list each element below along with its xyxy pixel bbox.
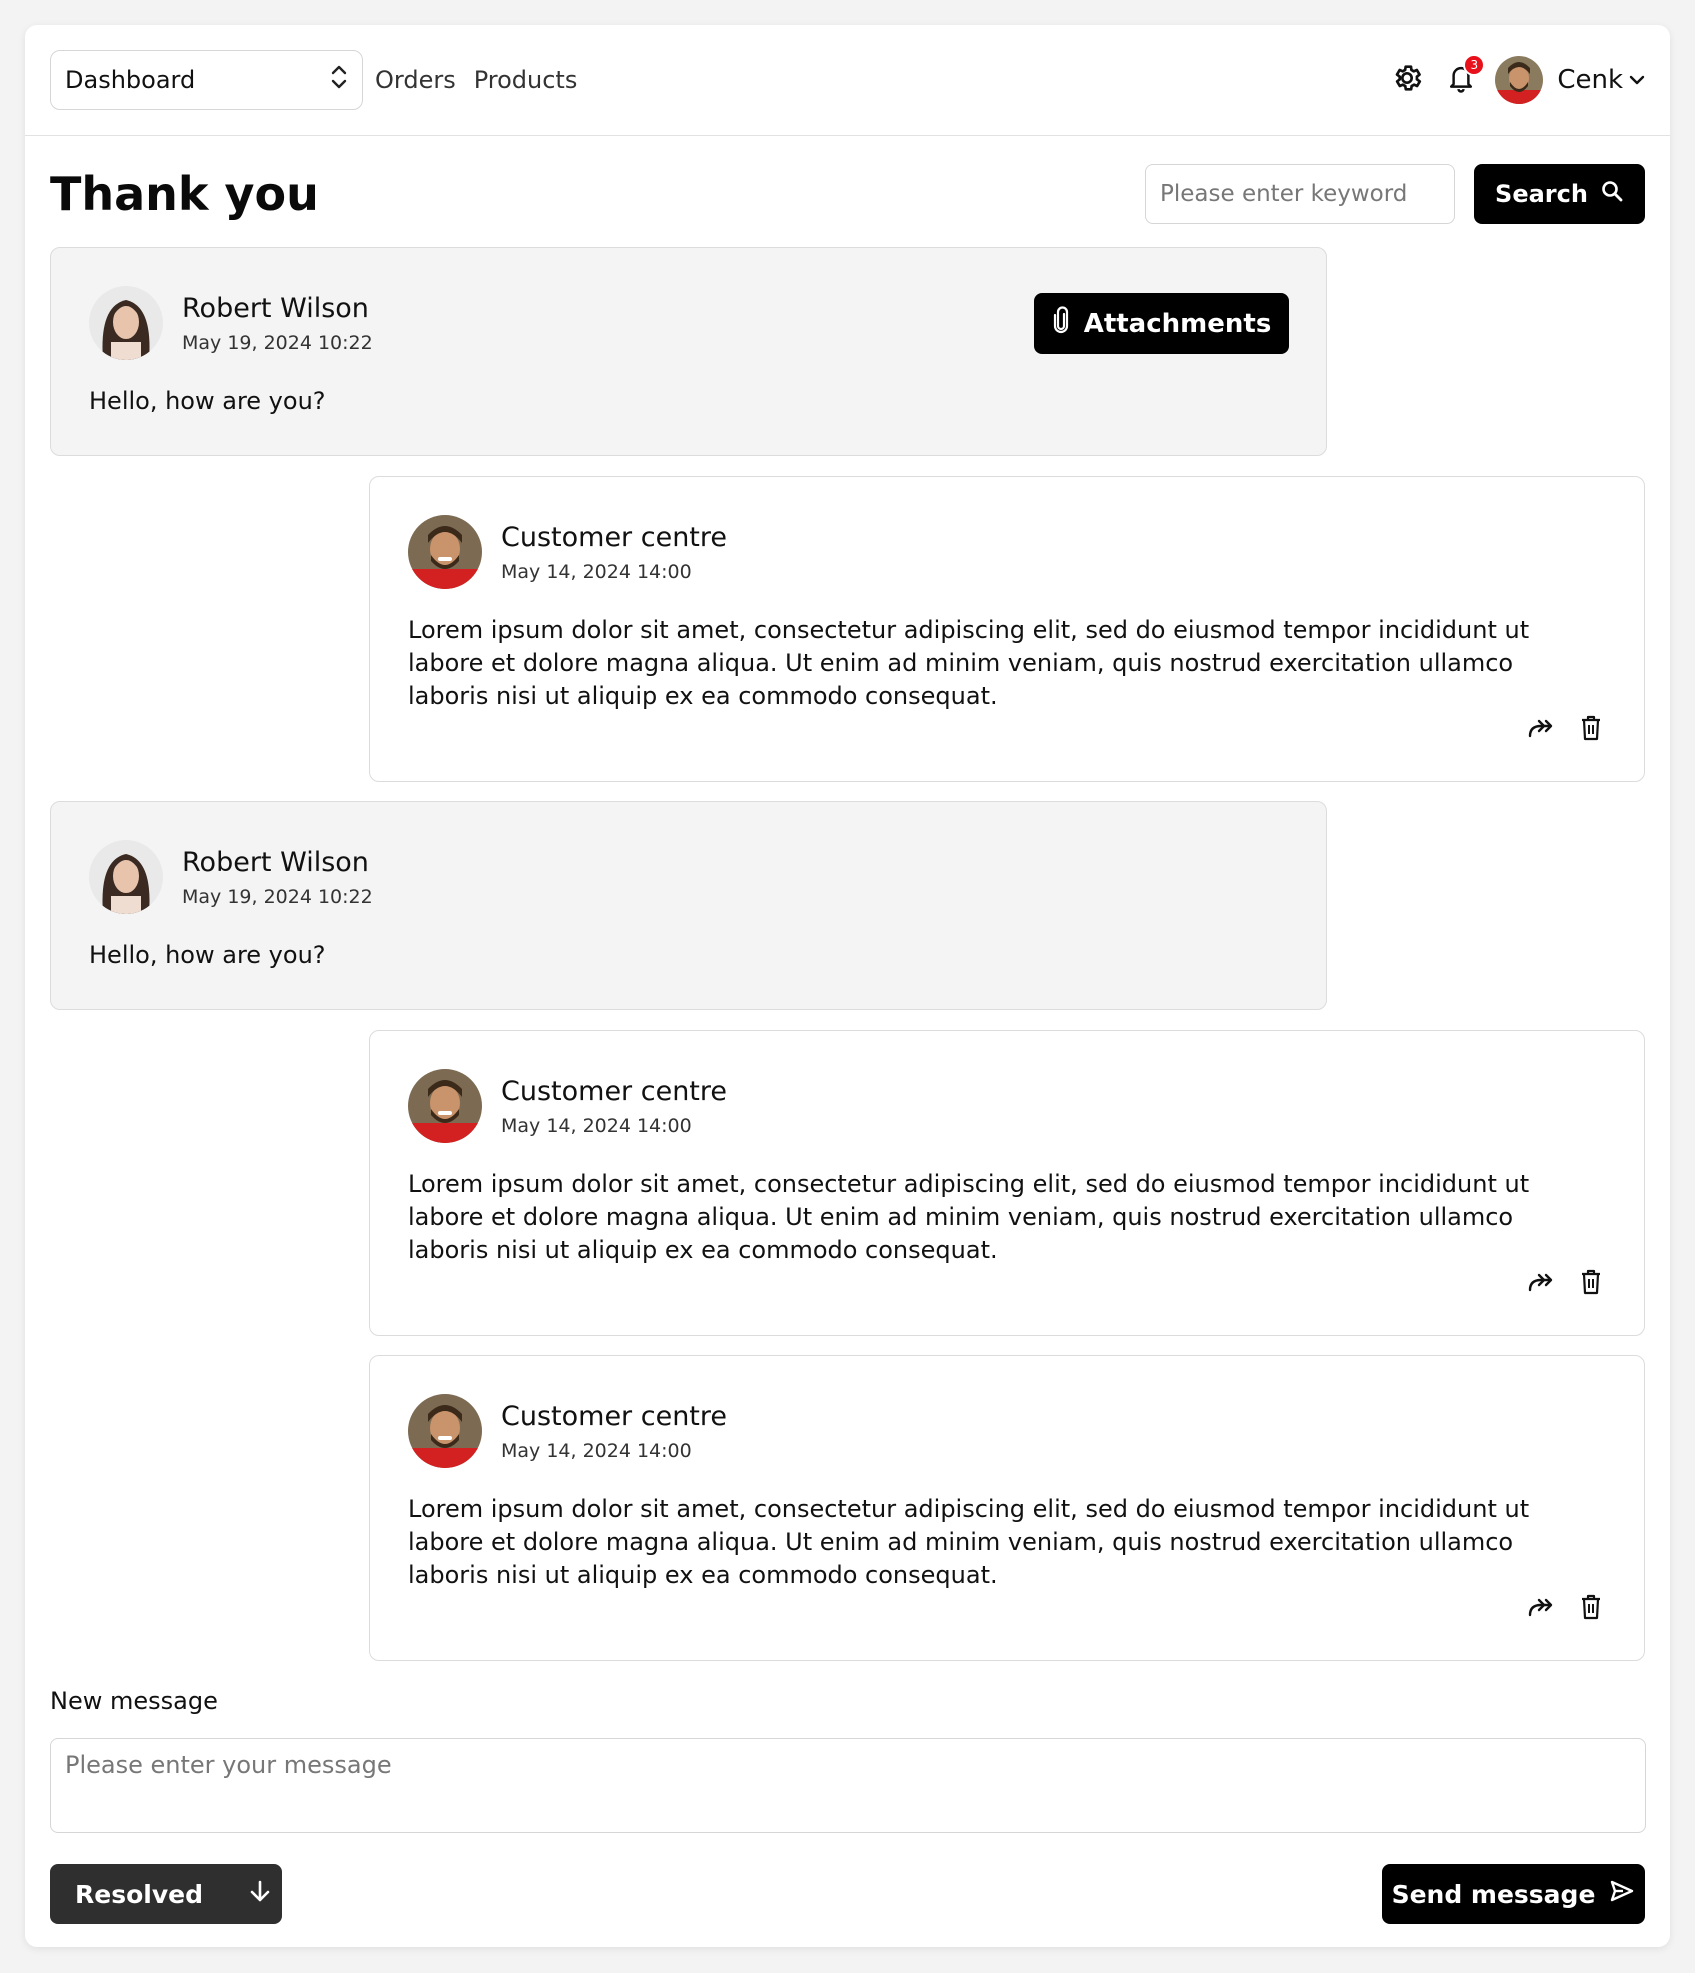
message-card: Customer centre May 14, 2024 14:00 Lorem… bbox=[369, 1030, 1645, 1336]
forward-icon[interactable] bbox=[1526, 713, 1556, 743]
search-input[interactable] bbox=[1145, 163, 1455, 224]
message-meta: Customer centre May 14, 2024 14:00 bbox=[501, 1401, 727, 1462]
message-header: Customer centre May 14, 2024 14:00 bbox=[408, 515, 727, 589]
message-author: Customer centre bbox=[501, 1075, 728, 1107]
message-text: Lorem ipsum dolor sit amet, consectetur … bbox=[408, 616, 1530, 710]
page-title: Thank you bbox=[50, 166, 319, 221]
message-header: Robert Wilson May 19, 2024 10:22 bbox=[89, 840, 373, 914]
nav-link-orders[interactable]: Orders bbox=[375, 66, 456, 94]
user-name[interactable]: Cenk bbox=[1557, 65, 1623, 95]
attachments-button[interactable]: Attachments bbox=[1034, 293, 1289, 354]
message-meta: Robert Wilson May 19, 2024 10:22 bbox=[182, 847, 373, 908]
avatar bbox=[408, 1069, 482, 1143]
search-button-label: Search bbox=[1495, 179, 1588, 208]
dashboard-select-label: Dashboard bbox=[65, 66, 196, 94]
message-author: Customer centre bbox=[501, 521, 728, 553]
message-date: May 19, 2024 10:22 bbox=[182, 885, 373, 908]
message-text: Hello, how are you? bbox=[89, 387, 326, 415]
send-message-button[interactable]: Send message bbox=[1382, 1864, 1645, 1924]
message-card: Robert Wilson May 19, 2024 10:22 Hello, … bbox=[50, 801, 1327, 1010]
top-bar: Dashboard Orders Products 3 Cenk bbox=[25, 25, 1670, 136]
message-date: May 14, 2024 14:00 bbox=[501, 1439, 692, 1462]
settings-button[interactable] bbox=[1387, 60, 1427, 100]
trash-icon[interactable] bbox=[1576, 713, 1606, 743]
message-header: Customer centre May 14, 2024 14:00 bbox=[408, 1069, 727, 1143]
avatar bbox=[408, 515, 482, 589]
message-text: Lorem ipsum dolor sit amet, consectetur … bbox=[408, 1170, 1530, 1264]
message-author: Customer centre bbox=[501, 1400, 728, 1432]
message-text: Lorem ipsum dolor sit amet, consectetur … bbox=[408, 1495, 1530, 1589]
avatar bbox=[408, 1394, 482, 1468]
status-dropdown-button[interactable]: Resolved bbox=[50, 1864, 282, 1924]
message-header: Robert Wilson May 19, 2024 10:22 bbox=[89, 286, 373, 360]
nav-link-products[interactable]: Products bbox=[474, 66, 578, 94]
send-icon bbox=[1609, 1879, 1635, 1909]
chevron-down-icon[interactable] bbox=[1629, 71, 1645, 90]
paperclip-icon bbox=[1052, 306, 1070, 341]
message-actions bbox=[1526, 1267, 1606, 1297]
message-date: May 19, 2024 10:22 bbox=[182, 331, 373, 354]
avatar bbox=[89, 286, 163, 360]
message-card: Customer centre May 14, 2024 14:00 Lorem… bbox=[369, 1355, 1645, 1661]
app-window: Dashboard Orders Products 3 Cenk Thank y… bbox=[25, 25, 1670, 1947]
title-row: Thank you Search bbox=[25, 136, 1670, 251]
user-avatar[interactable] bbox=[1495, 56, 1544, 104]
notifications-button[interactable]: 3 bbox=[1441, 54, 1486, 100]
message-card: Customer centre May 14, 2024 14:00 Lorem… bbox=[369, 476, 1645, 782]
message-meta: Customer centre May 14, 2024 14:00 bbox=[501, 1076, 727, 1137]
updown-chevron-icon bbox=[330, 63, 348, 97]
message-date: May 14, 2024 14:00 bbox=[501, 560, 692, 583]
message-input[interactable] bbox=[50, 1738, 1646, 1833]
message-header: Customer centre May 14, 2024 14:00 bbox=[408, 1394, 727, 1468]
message-text: Hello, how are you? bbox=[89, 941, 326, 969]
attachments-label: Attachments bbox=[1083, 308, 1272, 339]
status-label: Resolved bbox=[75, 1879, 203, 1909]
avatar bbox=[89, 840, 163, 914]
arrow-down-icon bbox=[249, 1879, 271, 1909]
forward-icon[interactable] bbox=[1526, 1267, 1556, 1297]
search-icon bbox=[1600, 179, 1624, 209]
search-button[interactable]: Search bbox=[1474, 163, 1645, 224]
new-message-label: New message bbox=[50, 1687, 218, 1715]
forward-icon[interactable] bbox=[1526, 1592, 1556, 1622]
message-author: Robert Wilson bbox=[182, 292, 369, 324]
message-card: Robert Wilson May 19, 2024 10:22 Attachm… bbox=[50, 247, 1327, 456]
send-message-label: Send message bbox=[1391, 1879, 1596, 1909]
message-actions bbox=[1526, 713, 1606, 743]
trash-icon[interactable] bbox=[1576, 1267, 1606, 1297]
trash-icon[interactable] bbox=[1576, 1592, 1606, 1622]
message-date: May 14, 2024 14:00 bbox=[501, 1114, 692, 1137]
dashboard-select[interactable]: Dashboard bbox=[50, 50, 363, 110]
message-author: Robert Wilson bbox=[182, 846, 369, 878]
message-actions bbox=[1526, 1592, 1606, 1622]
message-meta: Robert Wilson May 19, 2024 10:22 bbox=[182, 293, 373, 354]
gear-icon bbox=[1391, 62, 1423, 98]
notification-badge: 3 bbox=[1463, 54, 1486, 76]
message-meta: Customer centre May 14, 2024 14:00 bbox=[501, 522, 727, 583]
